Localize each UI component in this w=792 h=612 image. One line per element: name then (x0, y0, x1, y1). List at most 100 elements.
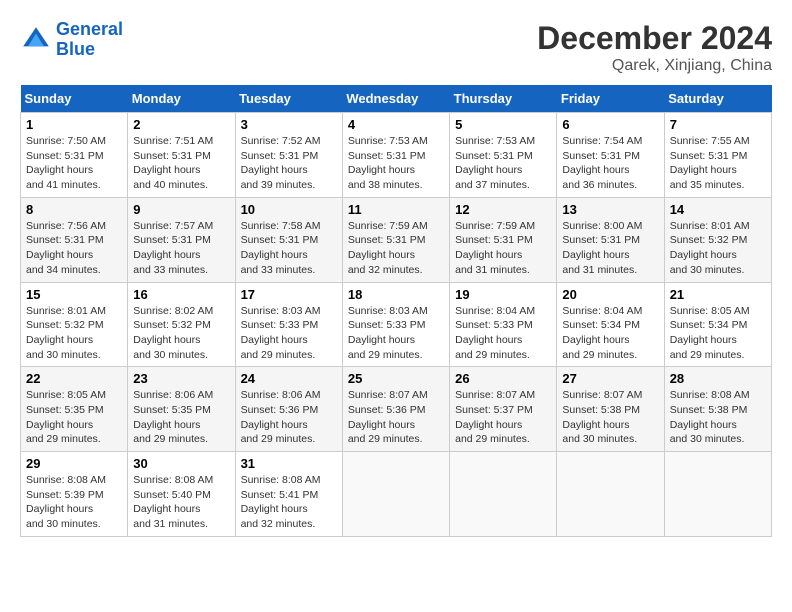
calendar-cell: 22 Sunrise: 8:05 AM Sunset: 5:35 PM Dayl… (21, 367, 128, 452)
day-info: Sunrise: 7:59 AM Sunset: 5:31 PM Dayligh… (348, 219, 444, 278)
day-info: Sunrise: 7:54 AM Sunset: 5:31 PM Dayligh… (562, 134, 658, 193)
day-number: 17 (241, 287, 337, 302)
calendar-cell: 13 Sunrise: 8:00 AM Sunset: 5:31 PM Dayl… (557, 197, 664, 282)
calendar-cell: 1 Sunrise: 7:50 AM Sunset: 5:31 PM Dayli… (21, 113, 128, 198)
day-number: 27 (562, 371, 658, 386)
month-title: December 2024 (537, 20, 772, 57)
day-number: 13 (562, 202, 658, 217)
day-number: 12 (455, 202, 551, 217)
calendar-cell: 23 Sunrise: 8:06 AM Sunset: 5:35 PM Dayl… (128, 367, 235, 452)
day-number: 4 (348, 117, 444, 132)
day-info: Sunrise: 8:05 AM Sunset: 5:34 PM Dayligh… (670, 304, 766, 363)
day-number: 14 (670, 202, 766, 217)
day-info: Sunrise: 7:58 AM Sunset: 5:31 PM Dayligh… (241, 219, 337, 278)
day-info: Sunrise: 7:53 AM Sunset: 5:31 PM Dayligh… (348, 134, 444, 193)
weekday-header-row: SundayMondayTuesdayWednesdayThursdayFrid… (21, 85, 772, 113)
logo-line1: General (56, 19, 123, 39)
day-number: 18 (348, 287, 444, 302)
calendar-cell: 29 Sunrise: 8:08 AM Sunset: 5:39 PM Dayl… (21, 452, 128, 537)
calendar-cell: 25 Sunrise: 8:07 AM Sunset: 5:36 PM Dayl… (342, 367, 449, 452)
day-info: Sunrise: 7:51 AM Sunset: 5:31 PM Dayligh… (133, 134, 229, 193)
calendar-cell: 2 Sunrise: 7:51 AM Sunset: 5:31 PM Dayli… (128, 113, 235, 198)
calendar-cell: 6 Sunrise: 7:54 AM Sunset: 5:31 PM Dayli… (557, 113, 664, 198)
page-header: General Blue December 2024 Qarek, Xinjia… (20, 20, 772, 75)
day-number: 28 (670, 371, 766, 386)
day-number: 10 (241, 202, 337, 217)
day-number: 24 (241, 371, 337, 386)
calendar-cell: 30 Sunrise: 8:08 AM Sunset: 5:40 PM Dayl… (128, 452, 235, 537)
calendar-cell: 16 Sunrise: 8:02 AM Sunset: 5:32 PM Dayl… (128, 282, 235, 367)
day-info: Sunrise: 8:08 AM Sunset: 5:41 PM Dayligh… (241, 473, 337, 532)
calendar-cell (450, 452, 557, 537)
day-info: Sunrise: 8:08 AM Sunset: 5:39 PM Dayligh… (26, 473, 122, 532)
calendar-cell (557, 452, 664, 537)
weekday-header-monday: Monday (128, 85, 235, 113)
calendar-cell: 31 Sunrise: 8:08 AM Sunset: 5:41 PM Dayl… (235, 452, 342, 537)
calendar-cell: 15 Sunrise: 8:01 AM Sunset: 5:32 PM Dayl… (21, 282, 128, 367)
day-info: Sunrise: 8:07 AM Sunset: 5:37 PM Dayligh… (455, 388, 551, 447)
calendar-cell: 19 Sunrise: 8:04 AM Sunset: 5:33 PM Dayl… (450, 282, 557, 367)
day-number: 1 (26, 117, 122, 132)
day-number: 25 (348, 371, 444, 386)
calendar-cell: 8 Sunrise: 7:56 AM Sunset: 5:31 PM Dayli… (21, 197, 128, 282)
location: Qarek, Xinjiang, China (537, 57, 772, 75)
day-number: 31 (241, 456, 337, 471)
day-info: Sunrise: 8:06 AM Sunset: 5:36 PM Dayligh… (241, 388, 337, 447)
logo: General Blue (20, 20, 123, 60)
day-info: Sunrise: 8:00 AM Sunset: 5:31 PM Dayligh… (562, 219, 658, 278)
calendar-cell: 14 Sunrise: 8:01 AM Sunset: 5:32 PM Dayl… (664, 197, 771, 282)
day-number: 21 (670, 287, 766, 302)
day-info: Sunrise: 8:03 AM Sunset: 5:33 PM Dayligh… (348, 304, 444, 363)
calendar-cell: 7 Sunrise: 7:55 AM Sunset: 5:31 PM Dayli… (664, 113, 771, 198)
calendar-cell: 17 Sunrise: 8:03 AM Sunset: 5:33 PM Dayl… (235, 282, 342, 367)
day-info: Sunrise: 8:08 AM Sunset: 5:38 PM Dayligh… (670, 388, 766, 447)
day-number: 29 (26, 456, 122, 471)
logo-line2: Blue (56, 39, 95, 59)
weekday-header-saturday: Saturday (664, 85, 771, 113)
day-number: 11 (348, 202, 444, 217)
day-info: Sunrise: 8:04 AM Sunset: 5:34 PM Dayligh… (562, 304, 658, 363)
calendar-cell: 11 Sunrise: 7:59 AM Sunset: 5:31 PM Dayl… (342, 197, 449, 282)
day-info: Sunrise: 8:07 AM Sunset: 5:38 PM Dayligh… (562, 388, 658, 447)
day-number: 8 (26, 202, 122, 217)
day-number: 23 (133, 371, 229, 386)
calendar-cell: 9 Sunrise: 7:57 AM Sunset: 5:31 PM Dayli… (128, 197, 235, 282)
day-info: Sunrise: 7:53 AM Sunset: 5:31 PM Dayligh… (455, 134, 551, 193)
calendar-week-row: 8 Sunrise: 7:56 AM Sunset: 5:31 PM Dayli… (21, 197, 772, 282)
calendar-cell (342, 452, 449, 537)
calendar-week-row: 29 Sunrise: 8:08 AM Sunset: 5:39 PM Dayl… (21, 452, 772, 537)
day-info: Sunrise: 7:56 AM Sunset: 5:31 PM Dayligh… (26, 219, 122, 278)
weekday-header-thursday: Thursday (450, 85, 557, 113)
day-number: 20 (562, 287, 658, 302)
day-number: 5 (455, 117, 551, 132)
day-number: 7 (670, 117, 766, 132)
day-info: Sunrise: 7:59 AM Sunset: 5:31 PM Dayligh… (455, 219, 551, 278)
day-info: Sunrise: 8:02 AM Sunset: 5:32 PM Dayligh… (133, 304, 229, 363)
calendar-cell: 10 Sunrise: 7:58 AM Sunset: 5:31 PM Dayl… (235, 197, 342, 282)
day-number: 3 (241, 117, 337, 132)
logo-text: General Blue (56, 20, 123, 60)
day-number: 15 (26, 287, 122, 302)
day-number: 16 (133, 287, 229, 302)
day-info: Sunrise: 8:07 AM Sunset: 5:36 PM Dayligh… (348, 388, 444, 447)
calendar-cell: 26 Sunrise: 8:07 AM Sunset: 5:37 PM Dayl… (450, 367, 557, 452)
day-info: Sunrise: 7:52 AM Sunset: 5:31 PM Dayligh… (241, 134, 337, 193)
weekday-header-sunday: Sunday (21, 85, 128, 113)
calendar-cell: 24 Sunrise: 8:06 AM Sunset: 5:36 PM Dayl… (235, 367, 342, 452)
calendar-cell: 5 Sunrise: 7:53 AM Sunset: 5:31 PM Dayli… (450, 113, 557, 198)
day-number: 26 (455, 371, 551, 386)
calendar-cell: 12 Sunrise: 7:59 AM Sunset: 5:31 PM Dayl… (450, 197, 557, 282)
logo-icon (20, 24, 52, 56)
day-number: 2 (133, 117, 229, 132)
day-number: 19 (455, 287, 551, 302)
calendar-table: SundayMondayTuesdayWednesdayThursdayFrid… (20, 85, 772, 537)
day-number: 30 (133, 456, 229, 471)
calendar-cell: 27 Sunrise: 8:07 AM Sunset: 5:38 PM Dayl… (557, 367, 664, 452)
day-info: Sunrise: 8:04 AM Sunset: 5:33 PM Dayligh… (455, 304, 551, 363)
calendar-cell: 4 Sunrise: 7:53 AM Sunset: 5:31 PM Dayli… (342, 113, 449, 198)
day-info: Sunrise: 8:06 AM Sunset: 5:35 PM Dayligh… (133, 388, 229, 447)
day-info: Sunrise: 7:57 AM Sunset: 5:31 PM Dayligh… (133, 219, 229, 278)
calendar-cell: 3 Sunrise: 7:52 AM Sunset: 5:31 PM Dayli… (235, 113, 342, 198)
title-block: December 2024 Qarek, Xinjiang, China (537, 20, 772, 75)
day-number: 6 (562, 117, 658, 132)
